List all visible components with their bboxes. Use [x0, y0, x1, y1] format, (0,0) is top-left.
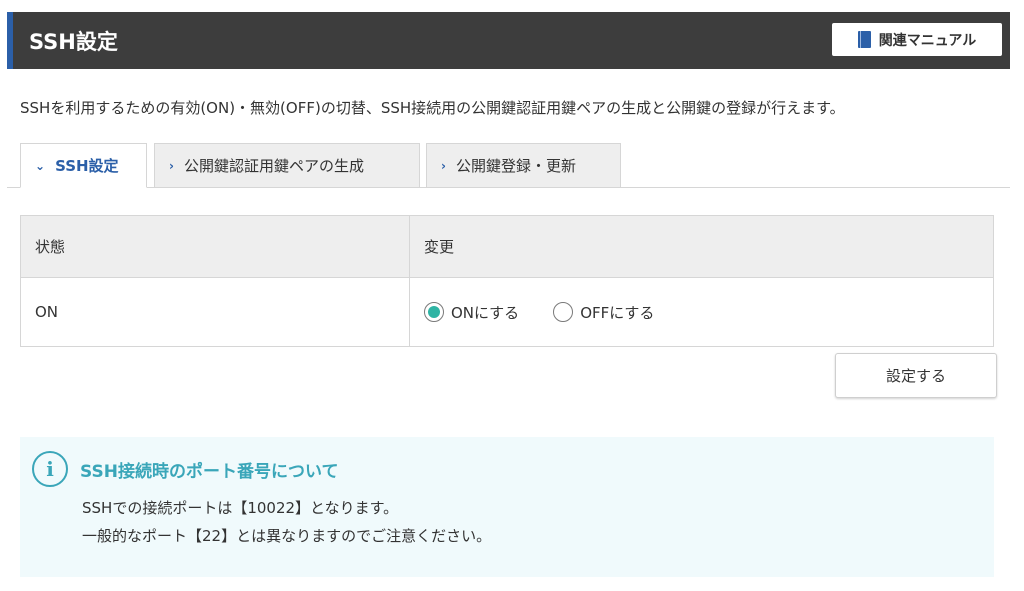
info-title: SSH接続時のポート番号について: [80, 462, 339, 482]
chevron-down-icon: ⌄: [35, 158, 46, 173]
ssh-settings-table: 状態 変更 ON ONにする OFFにする: [20, 215, 994, 347]
info-line-port: SSHでの接続ポートは【10022】となります。: [82, 499, 399, 517]
tab-label: 公開鍵登録・更新: [455, 157, 576, 175]
tab-public-key-register[interactable]: › 公開鍵登録・更新: [426, 143, 621, 188]
radio-on[interactable]: ONにする: [424, 302, 519, 323]
book-icon: [857, 31, 871, 48]
change-cell: ONにする OFFにする: [409, 277, 994, 347]
radio-on-label: ONにする: [451, 303, 520, 322]
apply-settings-button[interactable]: 設定する: [835, 353, 997, 398]
chevron-right-icon: ›: [169, 158, 174, 173]
page-description: SSHを利用するための有効(ON)・無効(OFF)の切替、SSH接続用の公開鍵認…: [20, 99, 845, 117]
table-row: ON ONにする OFFにする: [20, 277, 994, 347]
status-value: ON: [20, 277, 410, 347]
related-manual-button[interactable]: 関連マニュアル: [832, 23, 1002, 56]
table-header-row: 状態 変更: [20, 215, 994, 278]
related-manual-label: 関連マニュアル: [878, 32, 977, 49]
radio-checked-icon[interactable]: [424, 302, 444, 322]
radio-off-label: OFFにする: [580, 303, 655, 322]
tab-keypair-generation[interactable]: › 公開鍵認証用鍵ペアの生成: [154, 143, 420, 188]
page-header: SSH設定 関連マニュアル: [7, 12, 1010, 69]
tab-label: SSH設定: [55, 157, 119, 175]
radio-unchecked-icon[interactable]: [553, 302, 574, 322]
on-off-radio-group: ONにする OFFにする: [424, 302, 979, 323]
chevron-right-icon: ›: [441, 158, 446, 173]
tab-ssh-settings[interactable]: ⌄ SSH設定: [20, 143, 147, 188]
column-header-status: 状態: [20, 215, 410, 278]
info-line-caution: 一般的なポート【22】とは異なりますのでご注意ください。: [82, 527, 492, 545]
page-title: SSH設定: [29, 30, 118, 54]
tab-label: 公開鍵認証用鍵ペアの生成: [183, 157, 364, 175]
column-header-change: 変更: [409, 215, 994, 278]
radio-off[interactable]: OFFにする: [553, 302, 654, 323]
info-box: i SSH接続時のポート番号について SSHでの接続ポートは【10022】となり…: [20, 437, 994, 577]
info-icon: i: [32, 451, 68, 487]
